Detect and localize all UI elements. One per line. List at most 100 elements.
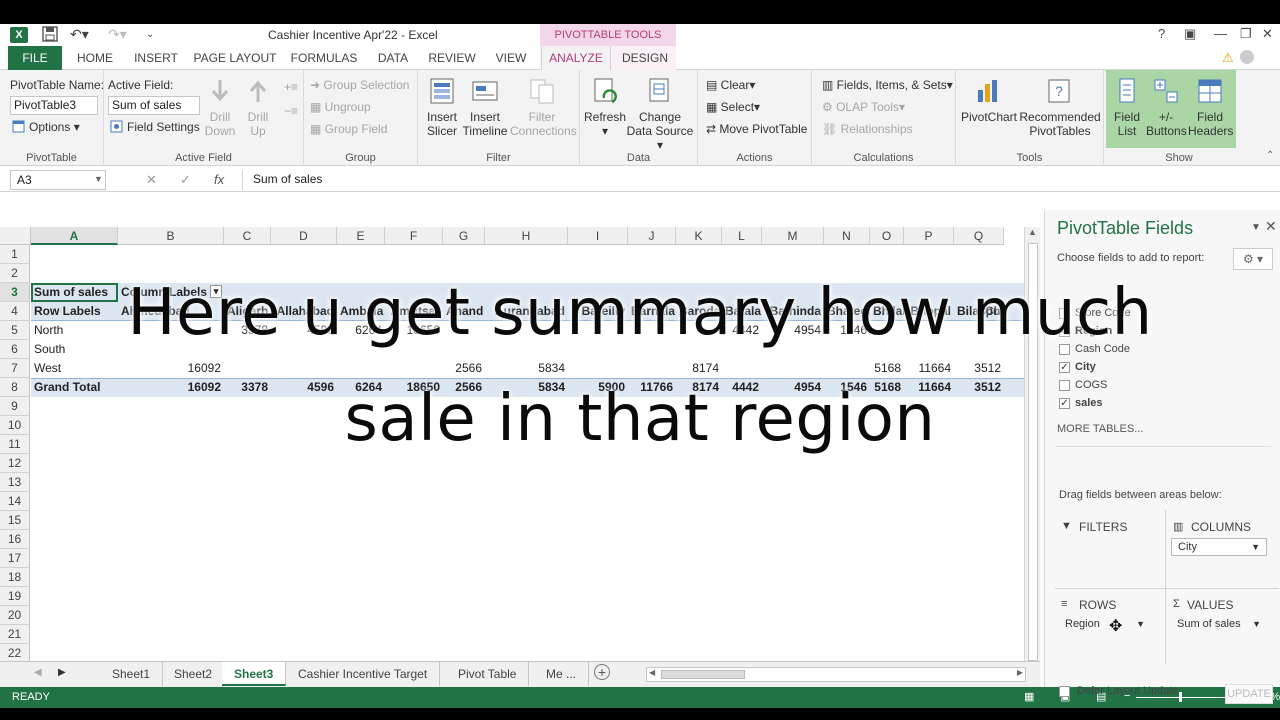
sheet-tab-sheet3[interactable]: Sheet3 <box>222 662 287 686</box>
update-button[interactable]: UPDATE <box>1225 684 1273 704</box>
sheet-tab-sheet2[interactable]: Sheet2 <box>162 662 226 686</box>
warning-icon[interactable]: ⚠ <box>1222 50 1234 66</box>
scroll-left-icon[interactable]: ◀ <box>649 668 655 677</box>
row-header[interactable]: 14 <box>0 492 30 511</box>
rows-field-region[interactable]: Region ▼ <box>1059 616 1151 634</box>
move-pivottable-button[interactable]: ⇄ Move PivotTable <box>706 122 807 136</box>
insert-function-icon[interactable]: fx <box>214 172 224 187</box>
group-selection-button[interactable]: ➜ Group Selection <box>310 78 409 92</box>
row-header[interactable]: 16 <box>0 530 30 549</box>
scroll-up-icon[interactable]: ▲ <box>1028 227 1037 237</box>
column-header[interactable]: L <box>722 227 762 245</box>
tab-home[interactable]: HOME <box>72 46 118 70</box>
column-header[interactable]: F <box>385 227 443 245</box>
column-header[interactable]: B <box>118 227 224 245</box>
pane-options-icon[interactable]: ▼ <box>1251 222 1261 233</box>
tab-data[interactable]: DATA <box>372 46 414 70</box>
expand-field-icon[interactable]: +≡ <box>284 80 298 94</box>
undo-icon[interactable]: ↶▾ <box>70 26 89 43</box>
insert-slicer-button[interactable]: Insert Slicer <box>422 76 462 138</box>
horizontal-scroll-thumb[interactable] <box>661 670 745 679</box>
olap-tools-button[interactable]: ⚙ OLAP Tools▾ <box>822 100 905 114</box>
field-checkbox[interactable]: ✓ <box>1059 362 1070 373</box>
pivottable-name-input[interactable]: PivotTable3 <box>10 96 98 115</box>
collapse-field-icon[interactable]: −≡ <box>284 104 298 118</box>
row-header[interactable]: 21 <box>0 625 30 644</box>
collapse-ribbon-icon[interactable]: ⌃ <box>1266 150 1274 161</box>
column-header[interactable]: I <box>568 227 628 245</box>
column-header[interactable]: K <box>676 227 722 245</box>
tab-formulas[interactable]: FORMULAS <box>288 46 360 70</box>
minimize-button[interactable]: — <box>1214 26 1227 41</box>
recommended-pivottables-button[interactable]: ? Recommended PivotTables <box>1018 76 1102 138</box>
defer-layout-checkbox[interactable] <box>1059 686 1070 697</box>
relationships-button[interactable]: ⛓ Relationships <box>822 122 913 136</box>
enter-icon[interactable]: ✓ <box>180 172 191 188</box>
field-headers-button[interactable]: Field Headers <box>1188 76 1233 138</box>
sheet-tab-pivot-table[interactable]: Pivot Table <box>446 662 530 686</box>
tab-insert[interactable]: INSERT <box>130 46 182 70</box>
ungroup-button[interactable]: ▦ Ungroup <box>310 100 371 114</box>
tab-page-layout[interactable]: PAGE LAYOUT <box>192 46 278 70</box>
field-list-button[interactable]: Field List <box>1110 76 1144 138</box>
help-button[interactable]: ? <box>1158 26 1165 41</box>
column-header[interactable]: P <box>904 227 954 245</box>
insert-timeline-button[interactable]: Insert Timeline <box>462 76 508 138</box>
columns-area[interactable]: ▥ COLUMNS City ▼ <box>1167 510 1279 590</box>
customize-qat-icon[interactable]: ⌄ <box>146 29 154 40</box>
redo-icon[interactable]: ↷▾ <box>108 26 127 43</box>
tab-design[interactable]: DESIGN <box>614 46 676 70</box>
name-box-dropdown-icon[interactable]: ▼ <box>94 174 103 184</box>
row-header[interactable]: 17 <box>0 549 30 568</box>
row-header[interactable]: 19 <box>0 587 30 606</box>
fields-items-sets-button[interactable]: ▥ Fields, Items, & Sets▾ <box>822 78 953 92</box>
rows-area[interactable]: ≡ ROWS Region ▼ ✥ <box>1055 590 1163 670</box>
pivot-value[interactable]: 3512 <box>954 359 1004 378</box>
row-header[interactable]: 15 <box>0 511 30 530</box>
column-header[interactable]: Q <box>954 227 1004 245</box>
pivot-value[interactable]: 2566 <box>443 359 485 378</box>
row-header[interactable]: 20 <box>0 606 30 625</box>
drill-up-button[interactable]: Drill Up <box>242 76 274 138</box>
sheet-tab-sheet1[interactable]: Sheet1 <box>100 662 164 686</box>
close-button[interactable]: ✕ <box>1262 26 1273 42</box>
cancel-icon[interactable]: ✕ <box>146 172 157 188</box>
values-field-sum-of-sales[interactable]: Sum of sales ▼ <box>1171 616 1267 634</box>
plus-minus-buttons-button[interactable]: +/- Buttons <box>1146 76 1187 138</box>
row-header[interactable]: 18 <box>0 568 30 587</box>
horizontal-scrollbar[interactable]: ◀ ▶ <box>646 667 1026 682</box>
scroll-right-icon[interactable]: ▶ <box>1017 668 1023 677</box>
row-header[interactable]: 12 <box>0 454 30 473</box>
account-avatar[interactable] <box>1240 50 1254 64</box>
pivot-value[interactable]: 8174 <box>676 359 722 378</box>
column-header[interactable]: H <box>485 227 568 245</box>
column-header[interactable]: O <box>870 227 904 245</box>
column-header[interactable]: M <box>762 227 824 245</box>
drill-down-button[interactable]: Drill Down <box>204 76 236 138</box>
row-header[interactable]: 7 <box>0 359 30 378</box>
name-box[interactable]: A3 <box>10 170 106 190</box>
tab-review[interactable]: REVIEW <box>424 46 480 70</box>
formula-input[interactable]: Sum of sales <box>242 170 1272 190</box>
pivot-value[interactable]: 5834 <box>485 359 568 378</box>
restore-button[interactable]: ❐ <box>1240 26 1252 42</box>
next-sheet-icon[interactable]: ▶ <box>58 667 66 678</box>
filters-area[interactable]: ▼ FILTERS <box>1055 510 1163 590</box>
field-label[interactable]: City <box>1075 361 1096 373</box>
filter-connections-button[interactable]: Filter Connections <box>510 76 577 138</box>
column-header[interactable]: J <box>628 227 676 245</box>
column-header[interactable]: E <box>337 227 385 245</box>
zoom-slider-thumb[interactable] <box>1179 692 1182 702</box>
tab-view[interactable]: VIEW <box>490 46 532 70</box>
pivot-value[interactable]: 5168 <box>870 359 904 378</box>
column-header[interactable]: D <box>271 227 337 245</box>
pivot-row-label[interactable]: West <box>31 359 118 378</box>
pivotchart-button[interactable]: PivotChart <box>960 76 1018 124</box>
column-header[interactable]: A <box>31 227 118 245</box>
column-header[interactable]: N <box>824 227 870 245</box>
field-settings-button[interactable]: Field Settings <box>110 120 200 134</box>
tab-analyze[interactable]: ANALYZE <box>541 46 611 70</box>
pane-close-icon[interactable]: ✕ <box>1265 218 1277 235</box>
select-all-corner[interactable] <box>0 227 31 245</box>
clear-button[interactable]: ▤ Clear▾ <box>706 78 755 92</box>
